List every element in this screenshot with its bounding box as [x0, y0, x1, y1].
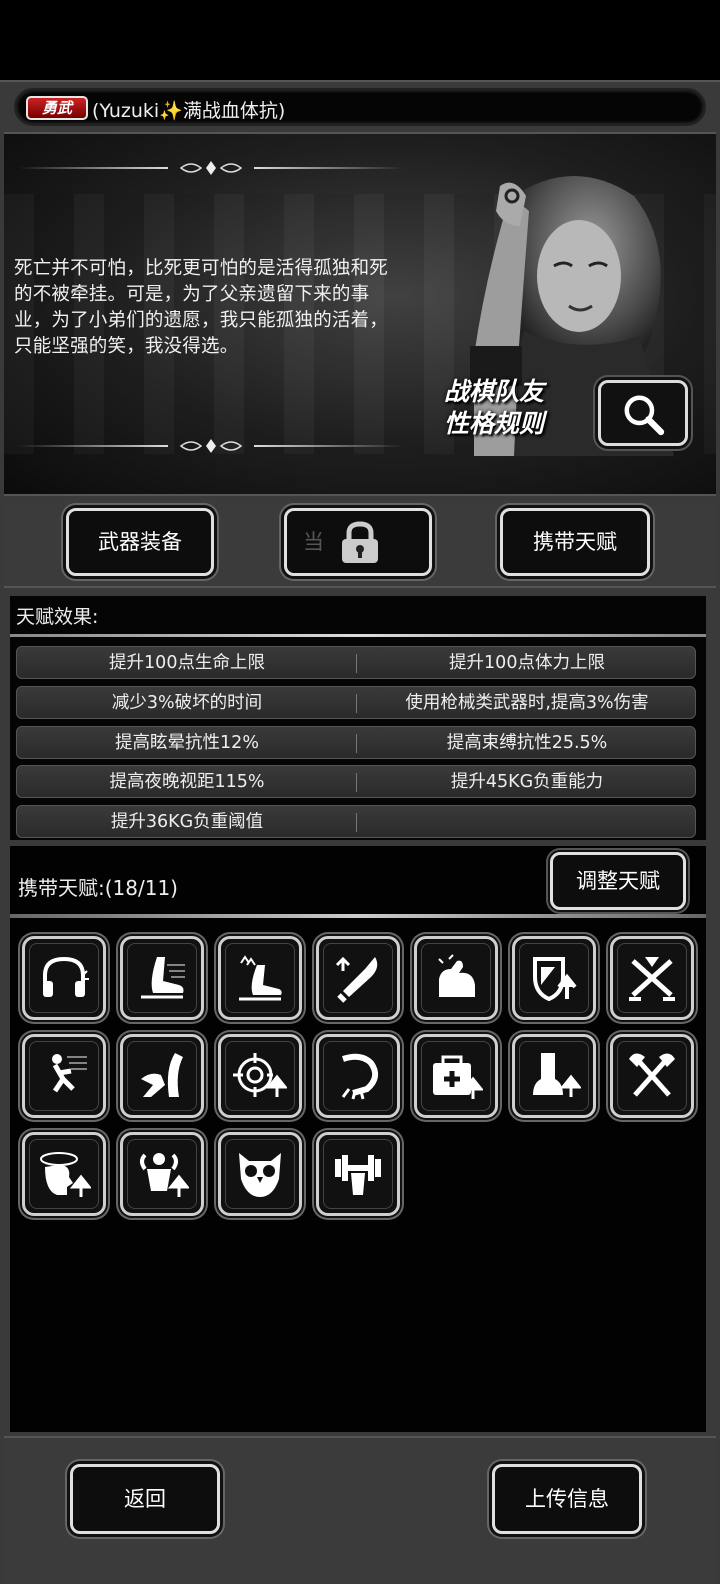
- foot-speed-up-icon: [239, 955, 282, 1001]
- effect-item: 减少3%破坏的时间: [111, 693, 263, 713]
- adjust-talents-button[interactable]: 调整天赋: [550, 852, 686, 910]
- back-button[interactable]: 返回: [70, 1464, 220, 1534]
- dodge-icon: [141, 1053, 183, 1097]
- talent-tile[interactable]: [22, 1034, 106, 1118]
- effect-row: 提高眩晕抗性12% 提高束缚抗性25.5%: [16, 726, 696, 759]
- effect-item: 提升45KG负重能力: [450, 772, 604, 792]
- locked-button-label: 当: [303, 530, 324, 554]
- medkit-up-icon: [433, 1055, 483, 1099]
- carry-talents-panel: 携带天赋:(18/11) 调整天赋: [10, 846, 706, 1432]
- shield-up-icon: [533, 957, 577, 1002]
- effect-row: 提高夜晚视距115% 提升45KG负重能力: [16, 765, 696, 798]
- character-title-bar: 勇武 (Yuzuki✨满战血体抗): [14, 88, 706, 126]
- effects-divider: [10, 634, 706, 637]
- strength-arm-icon: [438, 954, 475, 997]
- blade-up-icon: [335, 956, 378, 1003]
- effect-item: 提升36KG负重阈值: [110, 812, 264, 832]
- talent-effects-title: 天赋效果:: [16, 606, 99, 628]
- owl-icon: [239, 1153, 281, 1197]
- effect-item: 提高眩晕抗性12%: [115, 733, 259, 753]
- talent-tile[interactable]: [316, 1132, 400, 1216]
- character-story-text: 死亡并不可怕，比死更可怕的是活得孤独和死的不被牵挂。可是，为了父亲遗留下来的事业…: [14, 258, 389, 357]
- muscle-up-icon: [140, 1153, 189, 1197]
- crossed-axes-icon: [629, 1053, 675, 1097]
- foot-speed-icon: [141, 957, 185, 999]
- effect-row: 提升100点生命上限 提升100点体力上限: [16, 646, 696, 679]
- talent-tile[interactable]: [316, 936, 400, 1020]
- talent-tile[interactable]: [414, 1034, 498, 1118]
- dumbbell-icon: [335, 1155, 381, 1195]
- character-name: (Yuzuki✨满战血体抗): [92, 100, 286, 122]
- headphones-icon: [43, 956, 89, 997]
- story-panel: 死亡并不可怕，比死更可怕的是活得孤独和死的不被牵挂。可是，为了父亲遗留下来的事业…: [4, 132, 716, 496]
- effect-item: 提升100点生命上限: [109, 653, 265, 673]
- carry-talents-count: 携带天赋:(18/11): [18, 876, 178, 900]
- rules-search-button[interactable]: [598, 380, 688, 446]
- talent-tile[interactable]: [120, 1132, 204, 1216]
- talent-tile[interactable]: [512, 1034, 596, 1118]
- action-button-row: 武器装备 当 携带天赋: [4, 498, 716, 588]
- upload-info-button[interactable]: 上传信息: [492, 1464, 642, 1534]
- teammate-rules-label: 战棋队友 性格规则: [444, 376, 594, 440]
- head-stun-up-icon: [40, 1152, 91, 1197]
- locked-button[interactable]: 当: [284, 508, 432, 576]
- weapon-equipment-button[interactable]: 武器装备: [66, 508, 214, 576]
- rules-label-line1: 战棋队友: [444, 377, 545, 406]
- talent-tile[interactable]: [22, 1132, 106, 1216]
- grab-claw-icon: [341, 1053, 379, 1100]
- rank-badge: 勇武: [26, 96, 88, 120]
- talent-tile[interactable]: [414, 936, 498, 1020]
- magnifier-icon: [624, 395, 665, 436]
- talent-tile[interactable]: [610, 1034, 694, 1118]
- talent-tile[interactable]: [316, 1034, 400, 1118]
- bottom-action-bar: 返回 上传信息: [4, 1436, 716, 1584]
- carry-divider: [10, 914, 706, 918]
- talent-tile[interactable]: [512, 936, 596, 1020]
- effect-item: 提高夜晚视距115%: [109, 772, 265, 792]
- effect-item: [357, 806, 697, 839]
- effect-row: 减少3%破坏的时间 使用枪械类武器时,提高3%伤害: [16, 686, 696, 719]
- talent-tile[interactable]: [218, 1132, 302, 1216]
- talent-tile[interactable]: [22, 936, 106, 1020]
- talent-effects-panel: 天赋效果: 提升100点生命上限 提升100点体力上限 减少3%破坏的时间 使用…: [10, 596, 706, 840]
- runner-icon: [52, 1054, 87, 1093]
- bottom-ornament-divider: [18, 436, 404, 456]
- rules-label-line2: 性格规则: [444, 409, 545, 438]
- talent-tile[interactable]: [218, 1034, 302, 1118]
- talent-tile[interactable]: [120, 1034, 204, 1118]
- talent-tile[interactable]: [120, 936, 204, 1020]
- talent-tile[interactable]: [218, 936, 302, 1020]
- boot-up-icon: [533, 1053, 581, 1097]
- effect-item: 提高束缚抗性25.5%: [446, 733, 608, 753]
- lock-icon: [342, 521, 378, 563]
- top-ornament-divider: [18, 158, 404, 178]
- effect-item: 使用枪械类武器时,提高3%伤害: [405, 693, 649, 713]
- effect-row: 提升36KG负重阈值: [16, 805, 696, 838]
- talent-tile[interactable]: [610, 936, 694, 1020]
- effect-item: 提升100点体力上限: [449, 653, 605, 673]
- carry-talent-button[interactable]: 携带天赋: [500, 508, 650, 576]
- target-up-icon: [233, 1053, 287, 1097]
- crossed-swords-icon: [629, 957, 675, 1001]
